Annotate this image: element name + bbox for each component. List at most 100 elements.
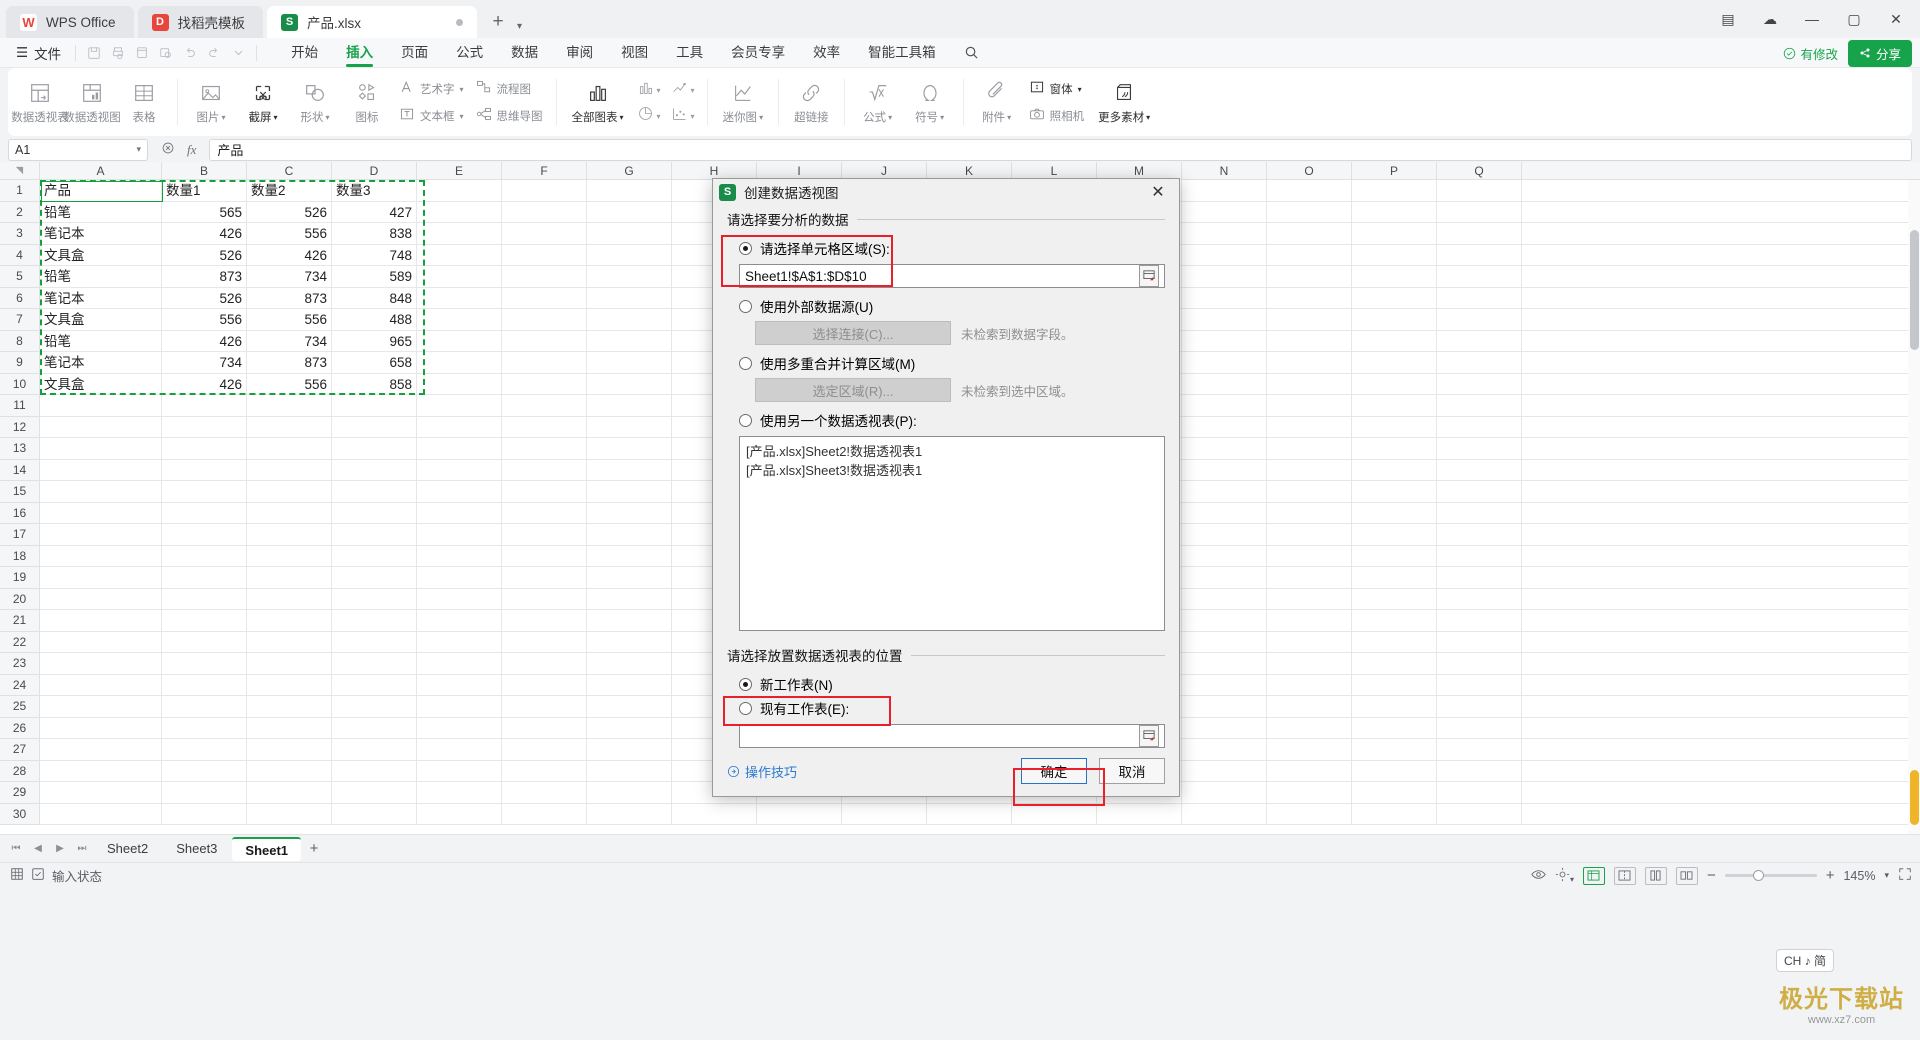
eye-icon[interactable]: [1531, 867, 1546, 885]
cell-O14[interactable]: [1267, 459, 1352, 480]
cell-Q30[interactable]: [1437, 803, 1522, 824]
cell-Q8[interactable]: [1437, 330, 1522, 351]
sparkline-button[interactable]: 迷你图 ▾: [715, 73, 772, 131]
cell-N8[interactable]: [1182, 330, 1267, 351]
cell-G15[interactable]: [587, 481, 672, 502]
cell-N9[interactable]: [1182, 352, 1267, 373]
cell-F10[interactable]: [502, 373, 587, 394]
cell-F13[interactable]: [502, 438, 587, 459]
cell-I30[interactable]: [757, 803, 842, 824]
cell-N5[interactable]: [1182, 266, 1267, 287]
row-header-14[interactable]: 14: [0, 460, 39, 481]
cell-P13[interactable]: [1352, 438, 1437, 459]
cell-G18[interactable]: [587, 545, 672, 566]
cell-N15[interactable]: [1182, 481, 1267, 502]
cell-E10[interactable]: [417, 373, 502, 394]
cell-F23[interactable]: [502, 653, 587, 674]
cell-J30[interactable]: [842, 803, 927, 824]
cell-Q24[interactable]: [1437, 674, 1522, 695]
cell-P7[interactable]: [1352, 309, 1437, 330]
cell-Q29[interactable]: [1437, 782, 1522, 803]
cancel-icon[interactable]: [161, 141, 175, 158]
cell-B22[interactable]: [162, 631, 247, 652]
cell-B17[interactable]: [162, 524, 247, 545]
cell-B4[interactable]: 526: [162, 244, 247, 265]
cell-O16[interactable]: [1267, 502, 1352, 523]
cell-C6[interactable]: 873: [247, 287, 332, 308]
cell-O1[interactable]: [1267, 180, 1352, 201]
table-button[interactable]: 表格: [118, 73, 170, 131]
cell-P19[interactable]: [1352, 567, 1437, 588]
cell-A19[interactable]: [40, 567, 162, 588]
cell-G10[interactable]: [587, 373, 672, 394]
cell-Q21[interactable]: [1437, 610, 1522, 631]
cell-B29[interactable]: [162, 782, 247, 803]
radio-existing-worksheet[interactable]: 现有工作表(E):: [739, 696, 1165, 720]
chevron-down-icon[interactable]: ▾: [273, 113, 277, 122]
cell-B11[interactable]: [162, 395, 247, 416]
tab-member[interactable]: 会员专享: [717, 38, 799, 68]
flowchart-button[interactable]: 流程图: [470, 76, 549, 102]
cell-E6[interactable]: [417, 287, 502, 308]
pivot-table-listbox[interactable]: [产品.xlsx]Sheet2!数据透视表1 [产品.xlsx]Sheet3!数…: [739, 436, 1165, 631]
cell-O29[interactable]: [1267, 782, 1352, 803]
print-search-icon[interactable]: [155, 42, 177, 64]
list-item[interactable]: [产品.xlsx]Sheet2!数据透视表1: [746, 442, 1158, 461]
cell-A11[interactable]: [40, 395, 162, 416]
cell-G24[interactable]: [587, 674, 672, 695]
cell-C10[interactable]: 556: [247, 373, 332, 394]
cell-G27[interactable]: [587, 739, 672, 760]
cell-A21[interactable]: [40, 610, 162, 631]
column-header-A[interactable]: A: [40, 162, 162, 179]
cell-A24[interactable]: [40, 674, 162, 695]
cell-E15[interactable]: [417, 481, 502, 502]
cell-A12[interactable]: [40, 416, 162, 437]
cell-B2[interactable]: 565: [162, 201, 247, 222]
cell-B6[interactable]: 526: [162, 287, 247, 308]
cell-A2[interactable]: 铅笔: [40, 201, 162, 222]
cell-G1[interactable]: [587, 180, 672, 201]
cell-F18[interactable]: [502, 545, 587, 566]
cell-P26[interactable]: [1352, 717, 1437, 738]
tab-docer-template[interactable]: D 找稻壳模板: [137, 6, 264, 38]
cell-Q16[interactable]: [1437, 502, 1522, 523]
cell-Q13[interactable]: [1437, 438, 1522, 459]
cell-E8[interactable]: [417, 330, 502, 351]
share-button[interactable]: 分享: [1847, 39, 1912, 67]
cell-G20[interactable]: [587, 588, 672, 609]
cell-E18[interactable]: [417, 545, 502, 566]
cell-C14[interactable]: [247, 459, 332, 480]
cell-N17[interactable]: [1182, 524, 1267, 545]
cell-A3[interactable]: 笔记本: [40, 223, 162, 244]
cell-N13[interactable]: [1182, 438, 1267, 459]
column-header-P[interactable]: P: [1352, 162, 1437, 179]
radio-indicator[interactable]: [739, 356, 752, 370]
maximize-button[interactable]: ▢: [1834, 2, 1874, 36]
cell-F25[interactable]: [502, 696, 587, 717]
sheet-tab-sheet3[interactable]: Sheet3: [163, 837, 230, 861]
cell-G11[interactable]: [587, 395, 672, 416]
select-all-corner[interactable]: [0, 162, 40, 179]
row-header-30[interactable]: 30: [0, 804, 39, 825]
cell-Q15[interactable]: [1437, 481, 1522, 502]
cell-B19[interactable]: [162, 567, 247, 588]
tab-start[interactable]: 开始: [277, 38, 332, 68]
row-header-25[interactable]: 25: [0, 696, 39, 718]
cell-B25[interactable]: [162, 696, 247, 717]
tab-page[interactable]: 页面: [387, 38, 442, 68]
picture-button[interactable]: 图片 ▾: [185, 73, 237, 131]
search-icon[interactable]: [964, 45, 979, 60]
row-header-11[interactable]: 11: [0, 395, 39, 417]
mindmap-button[interactable]: 思维导图: [470, 103, 549, 129]
cell-A7[interactable]: 文具盒: [40, 309, 162, 330]
cell-A13[interactable]: [40, 438, 162, 459]
reading-view-button[interactable]: [1675, 866, 1698, 885]
cell-N20[interactable]: [1182, 588, 1267, 609]
cell-Q25[interactable]: [1437, 696, 1522, 717]
cell-B28[interactable]: [162, 760, 247, 781]
cell-E29[interactable]: [417, 782, 502, 803]
wordart-button[interactable]: 艺术字 ▾: [393, 76, 470, 102]
tab-wps-office[interactable]: W WPS Office: [6, 6, 134, 38]
cell-A27[interactable]: [40, 739, 162, 760]
cell-F12[interactable]: [502, 416, 587, 437]
